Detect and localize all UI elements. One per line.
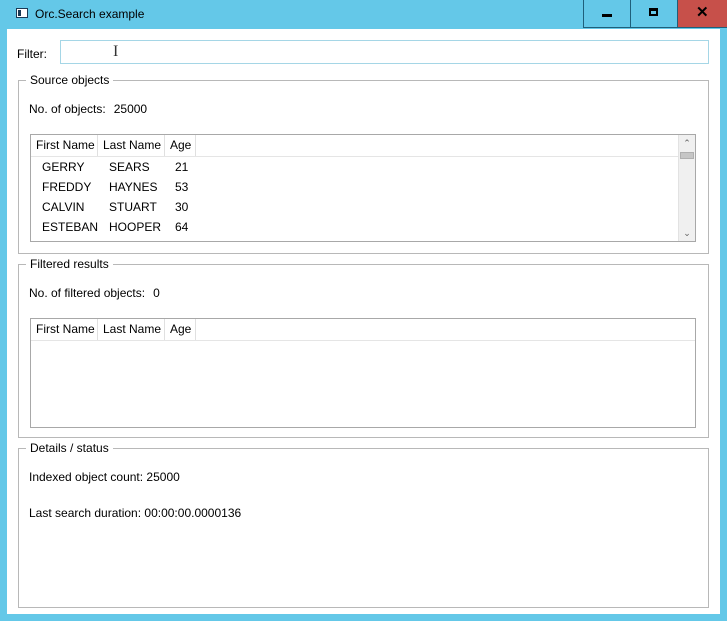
filtered-results-group: Filtered results No. of filtered objects… (18, 257, 709, 438)
filtered-count-label: No. of filtered objects: (29, 286, 146, 300)
scroll-up-button[interactable]: ⌃ (679, 135, 695, 151)
table-row[interactable]: CALVIN STUART 30 (31, 197, 677, 217)
table-row[interactable]: GERRY SEARS 21 (31, 157, 677, 177)
cell-first-name: GERRY (42, 160, 85, 174)
source-count: No. of objects: 25000 (29, 102, 147, 116)
column-header-first-name[interactable]: First Name (31, 319, 98, 340)
filter-input[interactable] (60, 40, 709, 64)
filter-label: Filter: (17, 47, 47, 61)
filtered-count: No. of filtered objects: 0 (29, 286, 160, 300)
cell-last-name: SEARS (109, 160, 150, 174)
column-header-last-name[interactable]: Last Name (98, 135, 165, 156)
source-count-label: No. of objects: (29, 102, 106, 116)
search-duration-text: Last search duration: 00:00:00.0000136 (29, 506, 242, 520)
table-row[interactable]: ESTEBAN HOOPER 64 (31, 217, 677, 237)
scroll-down-button[interactable]: ⌄ (679, 225, 695, 241)
text-cursor-icon: I (113, 43, 119, 60)
list-header: First Name Last Name Age (31, 319, 695, 341)
cell-first-name: ESTEBAN (42, 220, 99, 234)
details-status-group: Details / status Indexed object count: 2… (18, 441, 709, 608)
cell-first-name: CALVIN (42, 200, 85, 214)
app-window: Orc.Search example ✕ Filter: I Source ob… (0, 0, 727, 621)
column-header-first-name[interactable]: First Name (31, 135, 98, 156)
cell-age: 53 (175, 180, 189, 194)
source-objects-list[interactable]: First Name Last Name Age GERRY SEARS 21 … (30, 134, 696, 242)
indexed-count-text: Indexed object count: 25000 (29, 470, 180, 484)
source-count-value: 25000 (113, 102, 148, 116)
source-objects-group: Source objects No. of objects: 25000 Firs… (18, 73, 709, 254)
minimize-icon (602, 14, 612, 17)
close-icon: ✕ (696, 4, 709, 21)
app-window-icon (16, 8, 28, 18)
scrollbar-thumb[interactable] (680, 152, 694, 159)
column-header-last-name[interactable]: Last Name (98, 319, 165, 340)
source-objects-title: Source objects (26, 73, 114, 87)
maximize-icon (649, 8, 658, 16)
cell-first-name: FREDDY (42, 180, 92, 194)
cell-age: 30 (175, 200, 189, 214)
title-bar[interactable]: Orc.Search example ✕ (0, 0, 727, 29)
cell-age: 21 (175, 160, 189, 174)
maximize-button[interactable] (630, 0, 677, 28)
details-status-title: Details / status (26, 441, 113, 455)
column-header-age[interactable]: Age (165, 319, 196, 340)
cell-last-name: HAYNES (109, 180, 158, 194)
main-content: Filter: I Source objects No. of objects:… (7, 29, 720, 614)
chevron-down-icon: ⌄ (683, 228, 691, 238)
vertical-scrollbar[interactable]: ⌃ ⌄ (678, 135, 695, 241)
chevron-up-icon: ⌃ (683, 138, 691, 148)
filtered-results-list[interactable]: First Name Last Name Age (30, 318, 696, 428)
filtered-count-value: 0 (153, 286, 160, 300)
minimize-button[interactable] (583, 0, 630, 28)
close-button[interactable]: ✕ (677, 0, 727, 28)
table-row[interactable]: FREDDY HAYNES 53 (31, 177, 677, 197)
filtered-results-title: Filtered results (26, 257, 113, 271)
cell-last-name: STUART (109, 200, 157, 214)
cell-age: 64 (175, 220, 189, 234)
list-header: First Name Last Name Age (31, 135, 695, 157)
cell-last-name: HOOPER (109, 220, 162, 234)
column-header-age[interactable]: Age (165, 135, 196, 156)
window-title: Orc.Search example (35, 7, 145, 21)
